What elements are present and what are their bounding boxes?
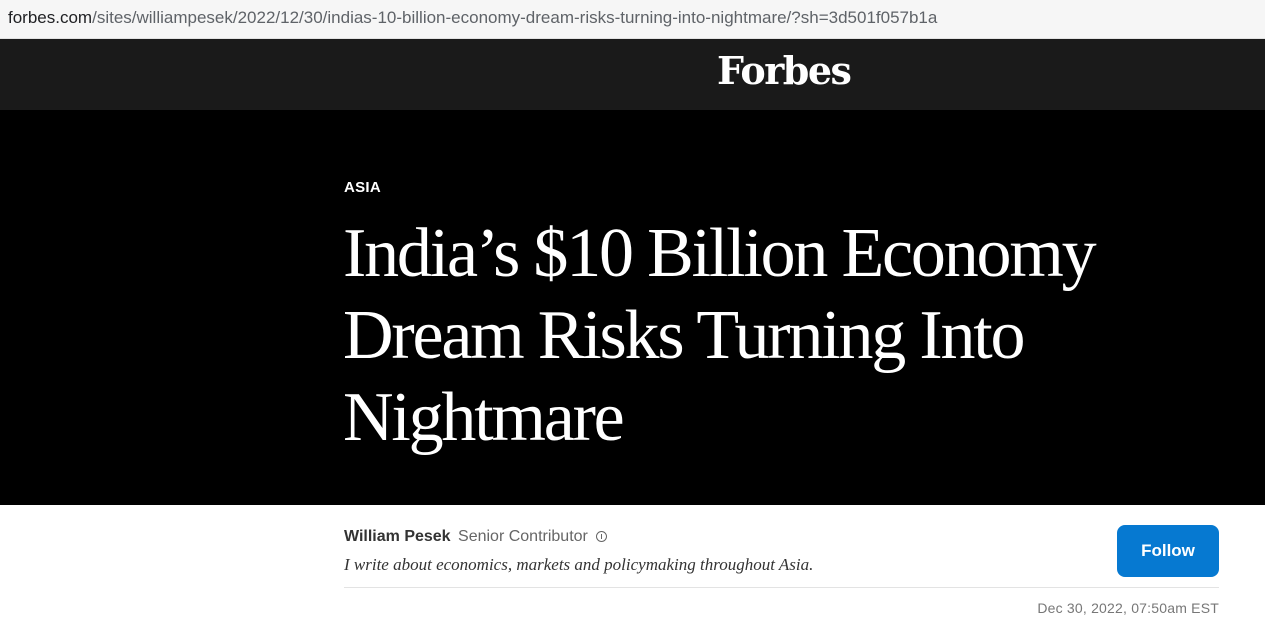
author-bio: I write about economics, markets and pol… — [344, 555, 814, 574]
follow-button[interactable]: Follow — [1117, 525, 1219, 577]
masthead: Forbes — [0, 39, 1265, 110]
article-hero: ASIA India’s $10 Billion Economy Dream R… — [0, 110, 1265, 505]
url-domain: forbes.com — [8, 8, 93, 27]
article-headline: India’s $10 Billion Economy Dream Risks … — [343, 215, 1097, 456]
section-label[interactable]: ASIA — [344, 179, 381, 196]
author-name[interactable]: William Pesek — [344, 528, 451, 545]
address-bar[interactable]: forbes.com/sites/williampesek/2022/12/30… — [0, 0, 1265, 39]
author-role: Senior Contributor — [458, 528, 588, 545]
info-icon[interactable] — [596, 531, 608, 542]
forbes-logo[interactable]: Forbes — [717, 48, 852, 93]
byline: William Pesek Senior Contributor I write… — [344, 526, 1219, 575]
author-row: William Pesek Senior Contributor — [344, 526, 1219, 548]
publish-timestamp: Dec 30, 2022, 07:50am EST — [1037, 600, 1219, 616]
url-path: /sites/williampesek/2022/12/30/indias-10… — [92, 8, 938, 27]
divider — [344, 587, 1219, 588]
